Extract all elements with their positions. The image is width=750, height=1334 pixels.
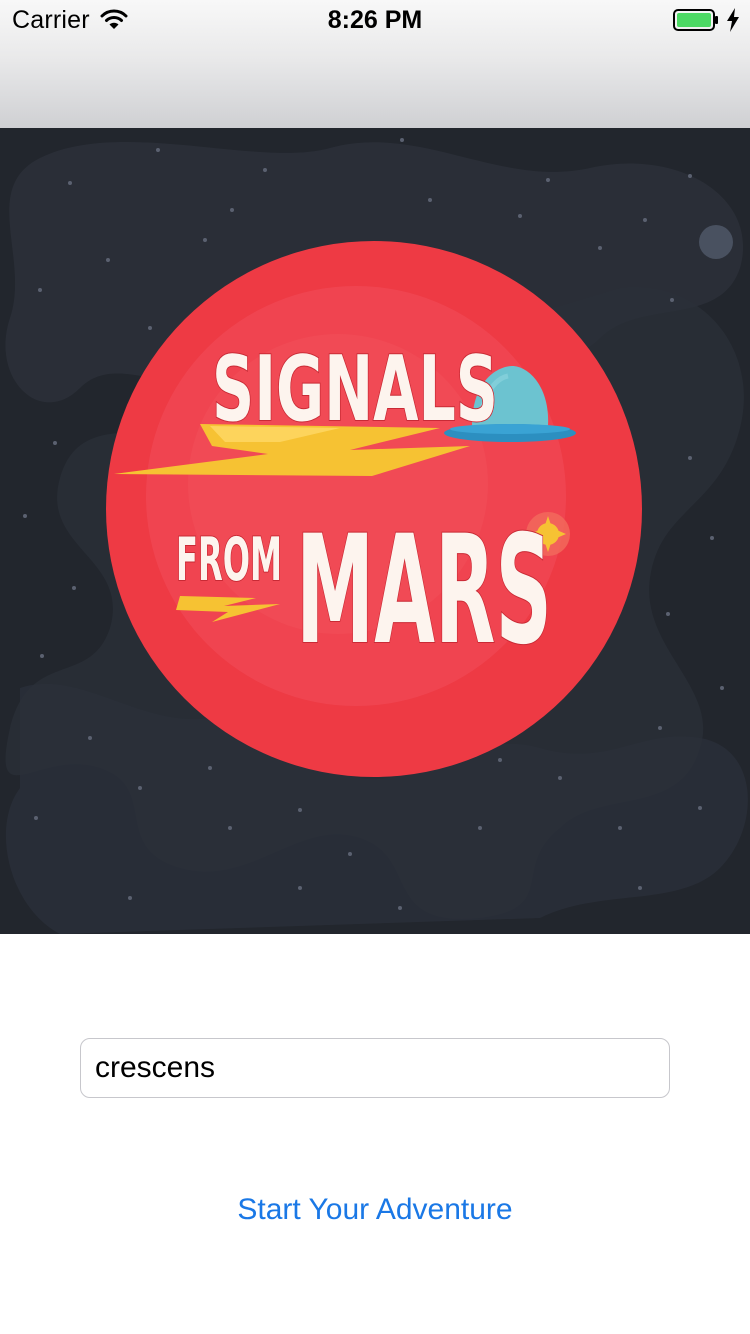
start-adventure-button[interactable]: Start Your Adventure xyxy=(0,1186,750,1234)
signals-from-mars-logo: SIGNALS FROM MARS xyxy=(5,138,748,934)
logo-word-signals: SIGNALS xyxy=(212,337,498,442)
player-name-input[interactable] xyxy=(80,1038,670,1098)
status-time: 8:26 PM xyxy=(327,6,423,34)
status-bar: Carrier 8:26 PM xyxy=(0,0,750,40)
logo-word-from: FROM xyxy=(176,525,282,595)
logo-word-mars: MARS xyxy=(296,504,552,678)
hero-illustration: SIGNALS FROM MARS xyxy=(0,128,750,934)
charging-bolt-icon xyxy=(727,8,739,32)
battery-icon xyxy=(673,9,718,31)
app-screen: Carrier 8:26 PM SIGNALS FROM MARS cresce… xyxy=(0,0,750,1334)
